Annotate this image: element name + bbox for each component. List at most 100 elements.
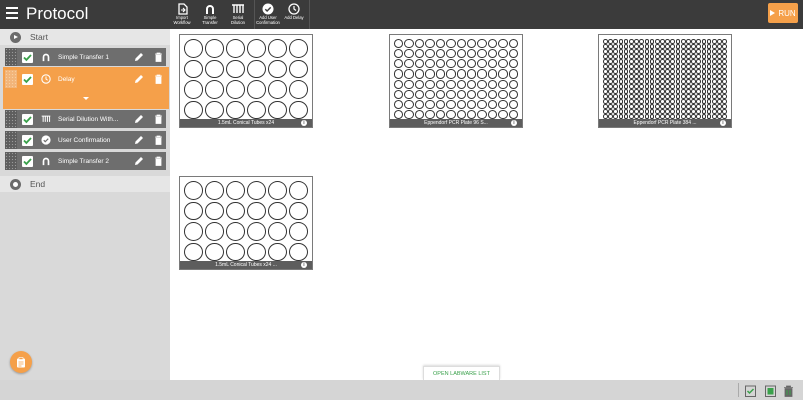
well xyxy=(446,99,456,109)
labware-card[interactable]: Eppendorf PCR Plate 96 S... i xyxy=(389,34,523,128)
labware-card[interactable]: Eppendorf PCR Plate 384 ... i xyxy=(598,34,732,128)
well xyxy=(634,94,639,99)
well xyxy=(639,59,644,64)
clipboard-button[interactable] xyxy=(10,351,32,373)
step-delay[interactable]: Delay xyxy=(5,70,166,88)
well xyxy=(613,84,619,89)
edit-icon[interactable] xyxy=(134,74,144,84)
toolbar-label: Serial Dilution xyxy=(231,15,245,25)
well xyxy=(628,74,634,79)
simple-transfer-button[interactable]: Simple Transfer xyxy=(199,0,221,29)
chevron-down-icon[interactable] xyxy=(83,97,89,100)
well xyxy=(477,59,487,69)
clock-icon xyxy=(41,74,51,84)
well xyxy=(435,109,446,119)
well xyxy=(608,89,613,94)
well xyxy=(691,109,696,114)
info-icon[interactable]: i xyxy=(720,120,726,126)
run-button[interactable]: RUN xyxy=(768,3,798,23)
edit-icon[interactable] xyxy=(134,135,144,145)
info-icon[interactable]: i xyxy=(301,120,307,126)
import-workflow-button[interactable]: Import Workflow xyxy=(173,0,191,29)
well xyxy=(675,54,681,59)
edit-icon[interactable] xyxy=(134,156,144,166)
well xyxy=(665,79,670,84)
well xyxy=(680,39,686,44)
drag-handle[interactable] xyxy=(5,48,17,66)
well xyxy=(706,59,712,64)
well xyxy=(184,80,203,99)
well xyxy=(670,64,676,69)
add-user-confirmation-button[interactable]: Add User Confirmation xyxy=(256,0,280,29)
well xyxy=(644,54,650,59)
serial-dilution-button[interactable]: Serial Dilution xyxy=(227,0,249,29)
well xyxy=(675,99,681,104)
well xyxy=(670,94,676,99)
well xyxy=(706,109,712,114)
well xyxy=(404,49,414,59)
well xyxy=(665,94,670,99)
edit-icon[interactable] xyxy=(134,114,144,124)
info-icon[interactable]: i xyxy=(301,262,307,268)
info-icon[interactable]: i xyxy=(511,120,517,126)
trash-icon[interactable] xyxy=(153,114,163,124)
labware-card[interactable]: 1.5mL Conical Tubes x24 ... i xyxy=(179,176,313,270)
well xyxy=(613,64,619,69)
labware-card[interactable]: 1.5mL Conical Tubes x24 i xyxy=(179,34,313,128)
well xyxy=(268,181,287,200)
well xyxy=(711,49,717,54)
trash-icon[interactable] xyxy=(783,384,794,397)
well xyxy=(691,64,696,69)
well xyxy=(717,89,722,94)
well xyxy=(466,89,477,99)
deck-icon[interactable] xyxy=(765,384,776,397)
labware-caption: Eppendorf PCR Plate 384 ... xyxy=(599,119,731,127)
trash-icon[interactable] xyxy=(153,52,163,62)
drag-handle[interactable] xyxy=(5,110,17,128)
step-enabled-checkbox[interactable] xyxy=(22,155,33,167)
well xyxy=(639,104,644,109)
step-simple-transfer-1[interactable]: Simple Transfer 1 xyxy=(5,48,166,66)
well xyxy=(644,59,650,64)
checklist-icon[interactable] xyxy=(745,384,756,397)
well xyxy=(498,79,508,89)
step-enabled-checkbox[interactable] xyxy=(22,134,33,146)
well xyxy=(665,39,670,44)
step-enabled-checkbox[interactable] xyxy=(22,73,33,85)
step-enabled-checkbox[interactable] xyxy=(22,51,33,63)
step-user-confirmation[interactable]: User Confirmation xyxy=(5,131,166,149)
well xyxy=(701,49,707,54)
well xyxy=(696,69,702,74)
open-labware-list-button[interactable]: OPEN LABWARE LIST xyxy=(423,366,500,380)
drag-handle[interactable] xyxy=(5,70,17,88)
page-title: Protocol xyxy=(26,4,89,23)
well xyxy=(675,69,681,74)
well xyxy=(660,89,665,94)
well xyxy=(268,242,287,261)
step-serial-dilution[interactable]: Serial Dilution With... xyxy=(5,110,166,128)
trash-icon[interactable] xyxy=(153,74,163,84)
well xyxy=(717,84,722,89)
well xyxy=(508,49,518,59)
well xyxy=(691,104,696,109)
well xyxy=(649,74,655,79)
add-delay-button[interactable]: Add Delay xyxy=(283,0,305,29)
well xyxy=(414,99,425,109)
trash-icon[interactable] xyxy=(153,156,163,166)
well xyxy=(608,49,613,54)
well xyxy=(508,59,518,69)
well xyxy=(414,69,425,79)
well xyxy=(649,104,655,109)
well xyxy=(711,69,717,74)
drag-handle[interactable] xyxy=(5,131,17,149)
well xyxy=(634,39,639,44)
trash-icon[interactable] xyxy=(153,135,163,145)
well xyxy=(644,69,650,74)
step-simple-transfer-2[interactable]: Simple Transfer 2 xyxy=(5,152,166,170)
well xyxy=(665,109,670,114)
edit-icon[interactable] xyxy=(134,52,144,62)
well xyxy=(613,94,619,99)
menu-icon[interactable] xyxy=(6,7,18,20)
step-enabled-checkbox[interactable] xyxy=(22,113,33,125)
drag-handle[interactable] xyxy=(5,152,17,170)
